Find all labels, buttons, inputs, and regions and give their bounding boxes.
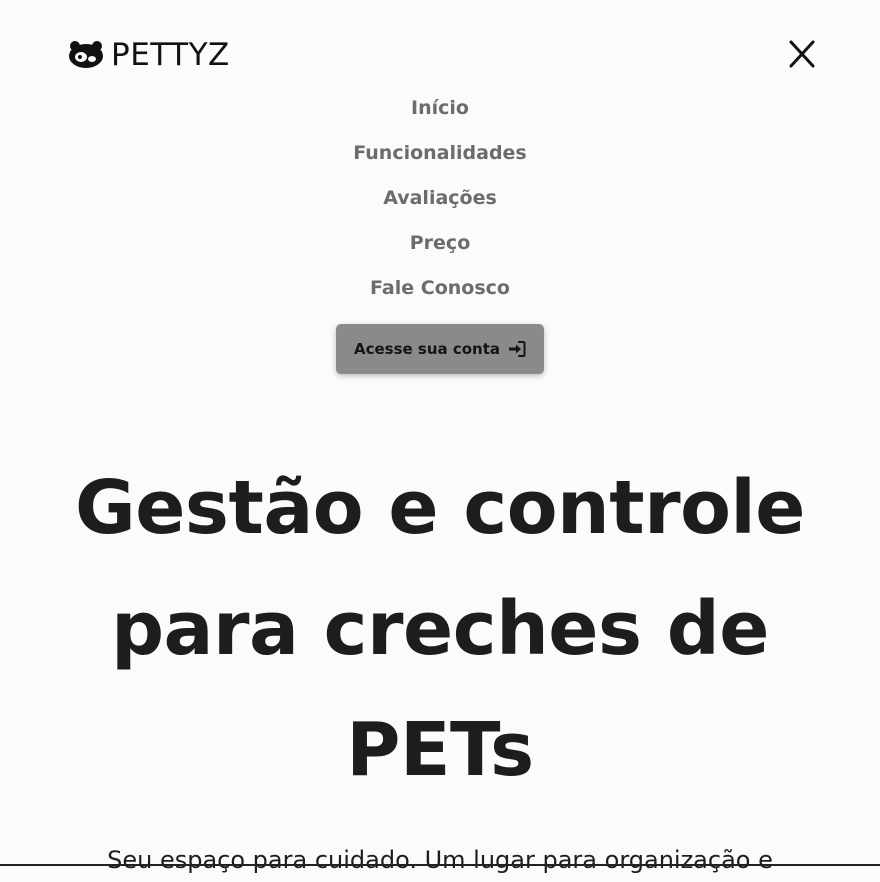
- nav-item-funcionalidades[interactable]: Funcionalidades: [0, 137, 880, 182]
- hero-subtitle: Seu espaço para cuidado. Um lugar para o…: [107, 846, 773, 874]
- logo[interactable]: PETTYZ: [67, 38, 230, 72]
- logo-text: PETTYZ: [111, 37, 230, 73]
- pet-logo-icon: [69, 41, 103, 68]
- login-button[interactable]: Acesse sua conta: [336, 324, 544, 374]
- hero-title-line-2: para creches de: [111, 586, 769, 672]
- header: PETTYZ: [0, 0, 880, 100]
- hero-title: Gestão e controle para creches de PETs: [40, 448, 840, 811]
- hero-title-line-1: Gestão e controle: [75, 465, 805, 551]
- login-button-label: Acesse sua conta: [353, 340, 501, 358]
- hero-title-line-3: PETs: [346, 707, 534, 793]
- nav-item-preco[interactable]: Preço: [0, 227, 880, 272]
- nav-item-inicio[interactable]: Início: [0, 92, 880, 137]
- close-icon[interactable]: [786, 38, 818, 70]
- nav-item-avaliacoes[interactable]: Avaliações: [0, 182, 880, 227]
- mobile-nav: Início Funcionalidades Avaliações Preço …: [0, 92, 880, 317]
- nav-item-fale-conosco[interactable]: Fale Conosco: [0, 272, 880, 317]
- sign-in-icon: [509, 341, 526, 357]
